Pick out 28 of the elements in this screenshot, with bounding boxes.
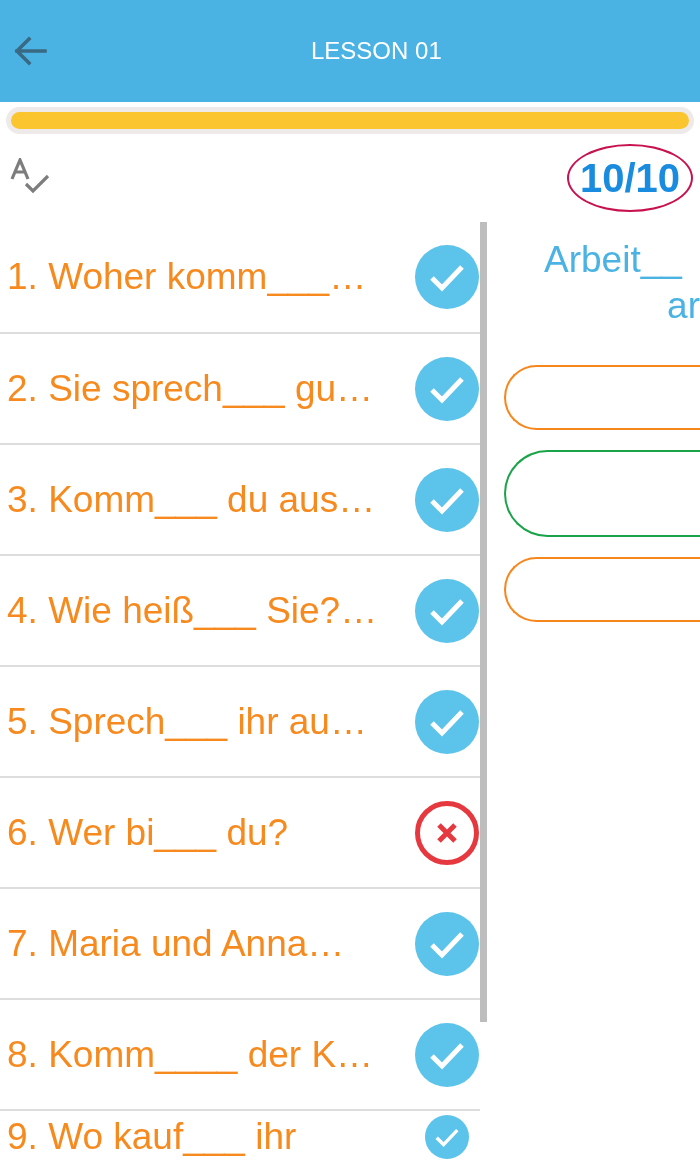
question-row[interactable]: 4. Wie heiß___ Sie?… xyxy=(0,554,480,665)
question-text: 3. Komm___ du aus… xyxy=(7,477,377,522)
question-text: 4. Wie heiß___ Sie?… xyxy=(7,588,379,633)
answer-option[interactable] xyxy=(504,365,700,430)
spellcheck-icon[interactable] xyxy=(10,158,50,194)
question-row[interactable]: 3. Komm___ du aus… xyxy=(0,443,480,554)
question-text: 7. Maria und Anna… xyxy=(7,921,346,966)
question-text: 9. Wo kauf___ ihr xyxy=(7,1115,298,1159)
question-text: 1. Woher komm___… xyxy=(7,255,368,299)
question-text: 6. Wer bi___ du? xyxy=(7,810,290,855)
answer-option[interactable] xyxy=(504,557,700,622)
score-counter: 10/10 xyxy=(566,144,693,212)
question-text: 5. Sprech___ ihr au… xyxy=(7,699,368,744)
question-text: 8. Komm____ der K… xyxy=(7,1032,375,1077)
question-row[interactable]: 8. Komm____ der K… xyxy=(0,998,480,1109)
prompt-text: ar xyxy=(667,284,700,328)
lesson-title: LESSON 01 xyxy=(311,37,442,65)
prompt-text: Arbeit__ xyxy=(544,238,682,282)
question-row[interactable]: 9. Wo kauf___ ihr xyxy=(0,1109,480,1163)
question-row[interactable]: 6. Wer bi___ du? xyxy=(0,776,480,887)
question-row[interactable]: 1. Woher komm___… xyxy=(0,222,480,332)
arrow-left-icon xyxy=(13,36,47,66)
question-row[interactable]: 7. Maria und Anna… xyxy=(0,887,480,998)
question-row[interactable]: 2. Sie sprech___ gu… xyxy=(0,332,480,443)
answer-option[interactable] xyxy=(504,450,700,537)
question-row[interactable]: 5. Sprech___ ihr au… xyxy=(0,665,480,776)
back-button[interactable] xyxy=(13,36,47,66)
question-text: 2. Sie sprech___ gu… xyxy=(7,366,375,411)
